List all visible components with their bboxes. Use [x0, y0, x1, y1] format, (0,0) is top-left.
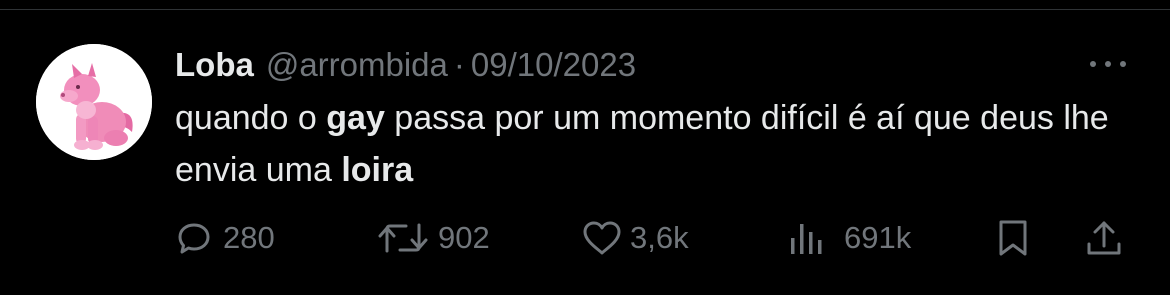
like-count: 3,6k	[630, 220, 689, 255]
reply-button[interactable]: 280	[177, 210, 275, 266]
tweet-actions: 280 902 3,6k 691k	[0, 210, 1170, 266]
views-icon	[791, 224, 822, 254]
more-icon[interactable]	[1086, 52, 1130, 76]
views-button[interactable]: 691k	[786, 210, 911, 266]
share-icon	[1087, 221, 1121, 255]
retweet-icon	[378, 223, 428, 253]
separator-dot: ·	[453, 46, 465, 83]
share-button[interactable]	[1084, 210, 1124, 266]
heart-icon	[583, 221, 621, 255]
tweet-text-part: quando o	[175, 99, 327, 137]
pink-wolf-plush-image	[36, 44, 152, 160]
reply-count: 280	[223, 220, 275, 255]
tweet-text: quando o gay passa por um momento difíci…	[175, 92, 1125, 196]
more-dot	[1105, 61, 1111, 67]
top-divider	[0, 9, 1170, 10]
tweet-text-bold: gay	[326, 99, 385, 137]
more-dot	[1120, 61, 1126, 67]
more-dot	[1090, 61, 1096, 67]
reply-icon	[178, 223, 210, 254]
retweet-button[interactable]: 902	[376, 210, 490, 266]
tweet-header: Loba @arrombida · 09/10/2023	[175, 42, 636, 88]
author-handle[interactable]: @arrombida	[266, 42, 448, 88]
tweet-date[interactable]: 09/10/2023	[471, 42, 636, 88]
tweet-text-bold: loira	[341, 151, 414, 189]
like-button[interactable]: 3,6k	[582, 210, 689, 266]
retweet-count: 902	[438, 220, 490, 255]
views-count: 691k	[844, 220, 912, 255]
avatar[interactable]	[36, 44, 152, 160]
author-name[interactable]: Loba	[175, 42, 254, 88]
bookmark-button[interactable]	[996, 210, 1030, 266]
bookmark-icon	[999, 220, 1027, 256]
